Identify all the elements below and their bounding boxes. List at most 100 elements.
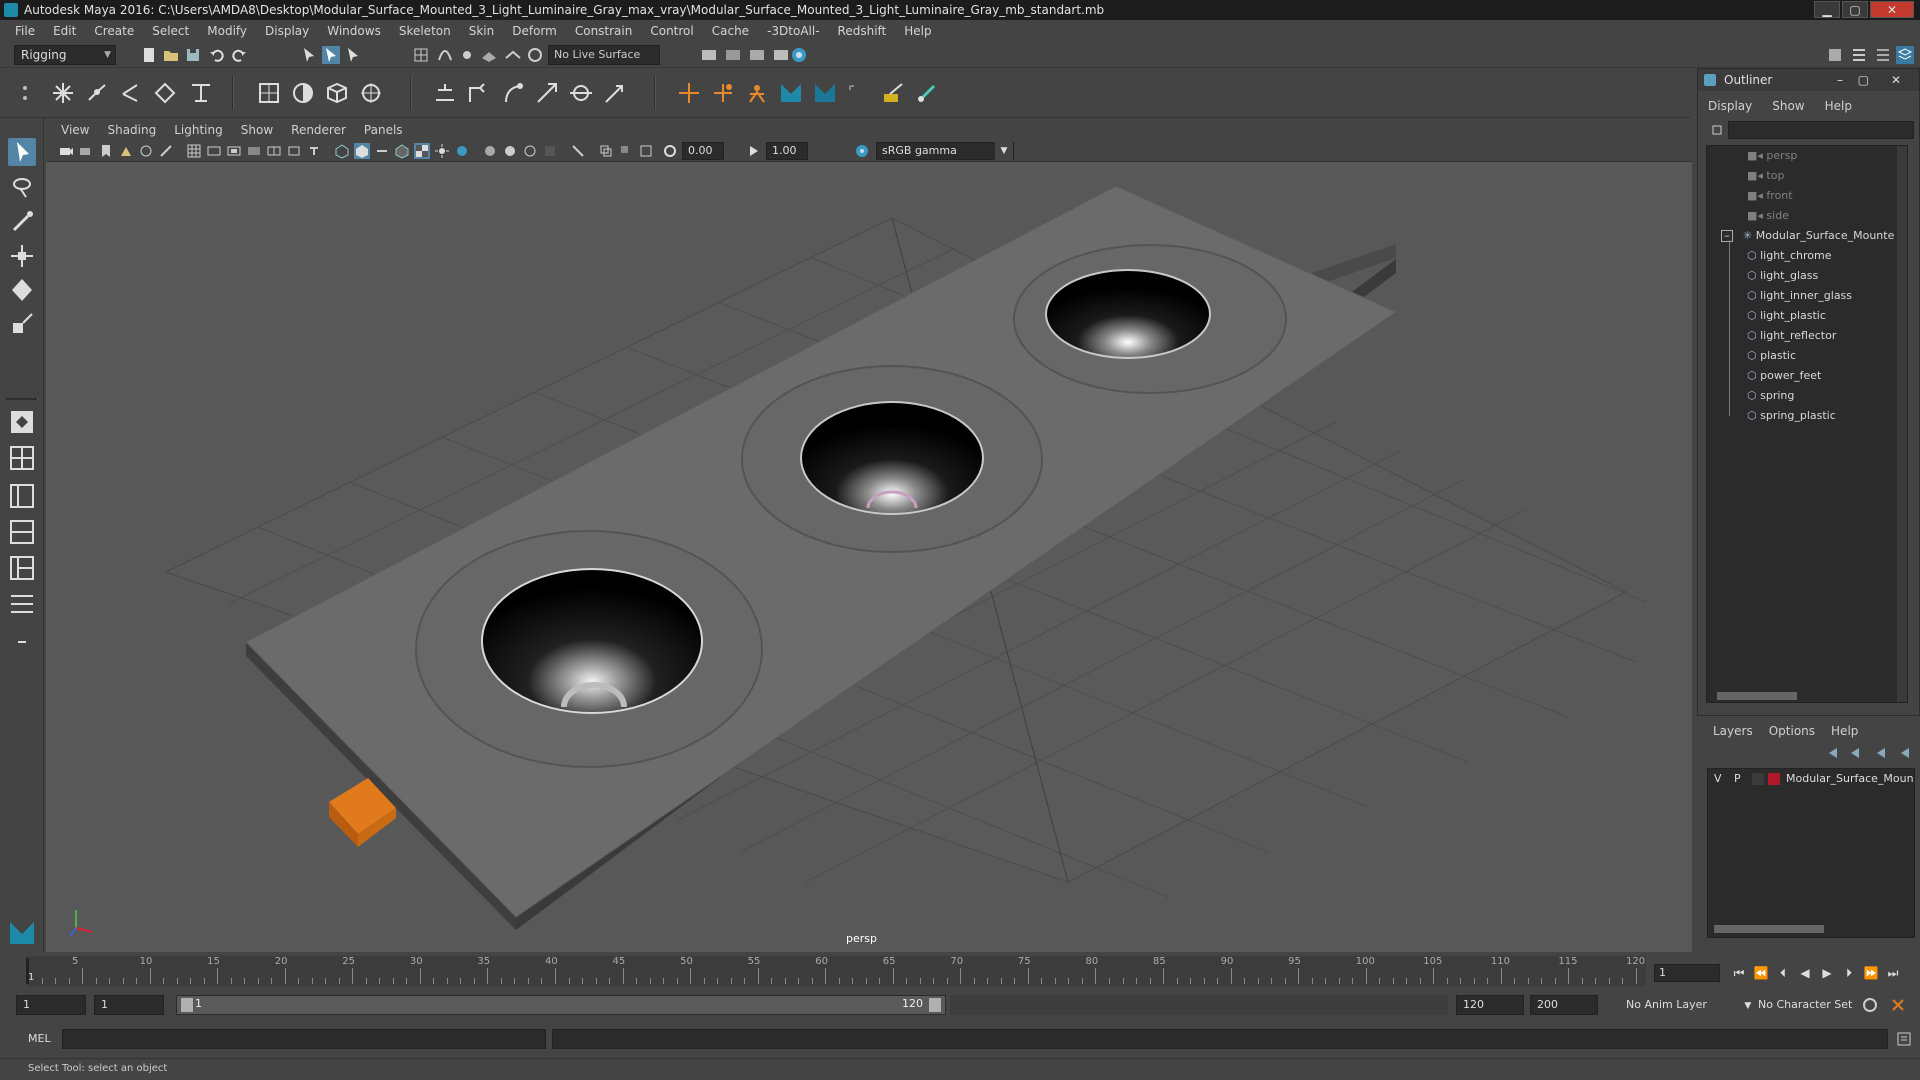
shadows-icon[interactable] xyxy=(454,143,470,159)
default-material-icon[interactable] xyxy=(374,143,390,159)
field-chart-icon[interactable] xyxy=(266,143,282,159)
paint-skin-icon[interactable] xyxy=(914,80,940,106)
panel-menu-shading[interactable]: Shading xyxy=(98,123,165,137)
film-gate-icon[interactable] xyxy=(206,143,222,159)
set-driven-key-icon[interactable] xyxy=(710,80,736,106)
smooth-bind-icon[interactable] xyxy=(290,80,316,106)
close-button[interactable]: ✕ xyxy=(1870,1,1914,18)
mirror-joint-icon[interactable] xyxy=(152,80,178,106)
paint-weights-icon[interactable] xyxy=(880,80,906,106)
persp-graph-layout-icon[interactable] xyxy=(8,518,36,546)
live-surface-field[interactable]: No Live Surface xyxy=(548,45,660,65)
locator-icon[interactable] xyxy=(676,80,702,106)
layer-horizontal-scrollbar[interactable] xyxy=(1714,925,1824,933)
outliner-item-power-feet[interactable]: ⬡ power_feet xyxy=(1747,366,1821,386)
2d-pan-zoom-icon[interactable] xyxy=(138,143,154,159)
layer-row[interactable]: V P Modular_Surface_Moun xyxy=(1708,769,1914,789)
layers-menu-layers[interactable]: Layers xyxy=(1705,724,1761,738)
move-tool-icon[interactable] xyxy=(8,242,36,270)
use-all-lights-icon[interactable] xyxy=(434,143,450,159)
point-constraint-icon[interactable] xyxy=(466,80,492,106)
ik-spline-icon[interactable] xyxy=(118,80,144,106)
select-hierarchy-icon[interactable] xyxy=(300,46,318,64)
lasso-tool-icon[interactable] xyxy=(8,174,36,202)
time-slider-track[interactable]: 5 10 15 20 25 30 35 40 45 50 55 60 65 70 75 80 85 90 95 100… xyxy=(26,956,1646,986)
maya-character-icon[interactable] xyxy=(778,80,804,106)
outliner-item-plastic[interactable]: ⬡ plastic xyxy=(1747,346,1796,366)
menu-set-select[interactable]: Rigging ▼ xyxy=(14,45,116,65)
open-scene-icon[interactable] xyxy=(162,46,180,64)
collapse-icon[interactable]: – xyxy=(1721,230,1733,242)
outliner-item-group[interactable]: – ✳ Modular_Surface_Mounte xyxy=(1721,226,1894,246)
pole-vector-icon[interactable] xyxy=(602,80,628,106)
toolbox-more-icon[interactable] xyxy=(8,628,36,656)
menu-help[interactable]: Help xyxy=(895,24,940,38)
screen-space-ao-icon[interactable] xyxy=(482,143,498,159)
select-object-icon[interactable] xyxy=(322,46,340,64)
menu-edit[interactable]: Edit xyxy=(44,24,85,38)
play-backwards-button[interactable]: ◀ xyxy=(1796,964,1814,982)
layers-menu-options[interactable]: Options xyxy=(1761,724,1823,738)
xray-icon[interactable] xyxy=(598,143,614,159)
select-component-icon[interactable] xyxy=(344,46,362,64)
cluster-icon[interactable] xyxy=(358,80,384,106)
viewport-persp[interactable]: persp xyxy=(46,162,1692,952)
outliner-item-front[interactable]: ■◂ front xyxy=(1747,186,1793,206)
safe-title-icon[interactable] xyxy=(306,143,322,159)
scale-constraint-icon[interactable] xyxy=(534,80,560,106)
time-slider[interactable]: 5 10 15 20 25 30 35 40 45 50 55 60 65 70 75 80 85 90 95 100… xyxy=(0,952,1920,988)
outliner-search-input[interactable] xyxy=(1728,121,1914,139)
menu-display[interactable]: Display xyxy=(256,24,318,38)
panel-menu-view[interactable]: View xyxy=(52,123,98,137)
attribute-editor-icon[interactable] xyxy=(1850,46,1868,64)
hik-icon[interactable] xyxy=(744,80,770,106)
scale-tool-icon[interactable] xyxy=(8,310,36,338)
orient-joint-icon[interactable] xyxy=(188,80,214,106)
maximize-button[interactable]: ▢ xyxy=(1842,1,1868,18)
anti-aliasing-icon[interactable] xyxy=(522,143,538,159)
menu-windows[interactable]: Windows xyxy=(318,24,390,38)
outliner-item-spring-plastic[interactable]: ⬡ spring_plastic xyxy=(1747,406,1836,426)
snap-view-icon[interactable] xyxy=(526,46,544,64)
menu-skeleton[interactable]: Skeleton xyxy=(390,24,460,38)
play-forwards-button[interactable]: ▶ xyxy=(1818,964,1836,982)
channel-box-icon[interactable] xyxy=(1896,46,1914,64)
snap-grid-icon[interactable] xyxy=(412,46,430,64)
panel-menu-panels[interactable]: Panels xyxy=(355,123,412,137)
menu-redshift[interactable]: Redshift xyxy=(829,24,896,38)
isolate-select-icon[interactable] xyxy=(570,143,586,159)
step-back-key-button[interactable]: ⏪ xyxy=(1752,964,1770,982)
scene-start-field[interactable]: 1 xyxy=(16,995,86,1015)
outliner-horizontal-scrollbar[interactable] xyxy=(1717,692,1797,700)
step-back-frame-button[interactable]: ⏴ xyxy=(1774,964,1792,982)
outliner-item-light-plastic[interactable]: ⬡ light_plastic xyxy=(1747,306,1826,326)
camera-attributes-icon[interactable] xyxy=(78,143,94,159)
outliner-menu-show[interactable]: Show xyxy=(1762,99,1814,113)
minimize-button[interactable]: ▁ xyxy=(1814,1,1840,18)
image-plane-icon[interactable] xyxy=(118,143,134,159)
outliner-item-light-inner-glass[interactable]: ⬡ light_inner_glass xyxy=(1747,286,1852,306)
go-to-end-button[interactable]: ⏭ xyxy=(1884,964,1902,982)
grid-icon[interactable] xyxy=(186,143,202,159)
outliner-menu-display[interactable]: Display xyxy=(1698,99,1762,113)
bind-skin-icon[interactable] xyxy=(256,80,282,106)
smooth-shade-icon[interactable] xyxy=(354,143,370,159)
step-forward-key-button[interactable]: ⏩ xyxy=(1862,964,1880,982)
wireframe-on-shaded-icon[interactable] xyxy=(394,143,410,159)
menu-create[interactable]: Create xyxy=(85,24,143,38)
auto-key-icon[interactable] xyxy=(1862,997,1878,1013)
layer-name[interactable]: Modular_Surface_Moun xyxy=(1786,769,1914,789)
aim-constraint-icon[interactable] xyxy=(568,80,594,106)
gamma-field[interactable]: 1.00 xyxy=(766,142,808,160)
range-end-handle[interactable] xyxy=(929,998,941,1012)
single-perspective-layout-icon[interactable] xyxy=(8,408,36,436)
outliner-item-light-reflector[interactable]: ⬡ light_reflector xyxy=(1747,326,1836,346)
menu-modify[interactable]: Modify xyxy=(198,24,256,38)
motion-blur-icon[interactable] xyxy=(502,143,518,159)
depth-of-field-icon[interactable] xyxy=(542,143,558,159)
snap-surface-icon[interactable] xyxy=(504,46,522,64)
save-scene-icon[interactable] xyxy=(184,46,202,64)
menu-cache[interactable]: Cache xyxy=(703,24,758,38)
layer-visibility-toggle[interactable]: V xyxy=(1714,769,1722,789)
preferences-icon[interactable] xyxy=(1890,997,1906,1013)
